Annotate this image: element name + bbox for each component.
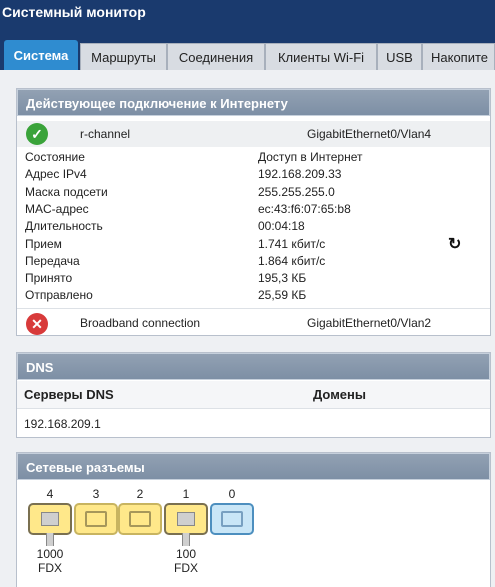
detail-value: 00:04:18 [258, 219, 305, 233]
detail-key: Отправлено [25, 288, 93, 302]
cable-icon [182, 533, 190, 546]
detail-key: Принято [25, 271, 73, 285]
dns-server-value: 192.168.209.1 [24, 417, 101, 431]
connection-name: r-channel [80, 127, 131, 141]
detail-value: 195,3 КБ [258, 271, 307, 285]
port-speed: 1000 FDX [28, 547, 72, 575]
ethernet-port-icon[interactable] [74, 503, 118, 535]
detail-value: 25,59 КБ [258, 288, 307, 302]
port-speed-value: 1000 [36, 547, 64, 561]
detail-row: Длительность 00:04:18 [17, 218, 490, 235]
tab-usb[interactable]: USB [377, 43, 422, 70]
ethernet-port-icon[interactable] [118, 503, 162, 535]
connection-interface: GigabitEthernet0/Vlan2 [307, 315, 432, 330]
tab-connections[interactable]: Соединения [167, 43, 265, 70]
connection-primary[interactable]: ✓ r-channel GigabitEthernet0/Vlan4 [17, 121, 490, 147]
detail-key: Передача [25, 254, 80, 268]
port-number: 4 [46, 487, 54, 501]
detail-row: Принято 195,3 КБ [17, 270, 490, 287]
detail-row: Адрес IPv4 192.168.209.33 [17, 166, 490, 183]
port-duplex: FDX [38, 561, 62, 575]
wan-port-icon[interactable] [210, 503, 254, 535]
detail-key: MAC-адрес [25, 202, 89, 216]
port-number: 0 [228, 487, 236, 501]
refresh-icon[interactable]: ↻ [448, 237, 464, 253]
port-number: 2 [136, 487, 144, 501]
dns-panel-title: DNS [17, 353, 490, 380]
connection-interface: GigabitEthernet0/Vlan4 [307, 127, 432, 141]
ethernet-port-icon[interactable] [164, 503, 208, 535]
internet-panel-title: Действующее подключение к Интернету [17, 89, 490, 116]
detail-value: 1.741 кбит/с [258, 237, 326, 251]
detail-key: Прием [25, 237, 62, 251]
dns-panel: DNS Серверы DNS Домены 192.168.209.1 [16, 352, 491, 438]
detail-row: Отправлено 25,59 КБ [17, 287, 490, 304]
port-speed-value: 100 [175, 547, 197, 561]
detail-value: Доступ в Интернет [258, 150, 363, 164]
detail-value: ec:43:f6:07:65:b8 [258, 202, 351, 216]
detail-row: MAC-адрес ec:43:f6:07:65:b8 [17, 201, 490, 218]
port-number: 3 [92, 487, 100, 501]
tab-wifi-clients[interactable]: Клиенты Wi-Fi [265, 43, 377, 70]
detail-value: 255.255.255.0 [258, 185, 335, 199]
cross-icon: ✕ [26, 313, 48, 335]
detail-value: 1.864 кбит/с [258, 254, 326, 268]
ports-panel-title: Сетевые разъемы [17, 453, 490, 480]
tab-routes[interactable]: Маршруты [80, 43, 167, 70]
dns-servers-header: Серверы DNS [24, 387, 114, 402]
internet-panel: Действующее подключение к Интернету ✓ r-… [16, 88, 491, 336]
main-content: Действующее подключение к Интернету ✓ r-… [0, 70, 495, 587]
dns-table-header: Серверы DNS Домены [17, 381, 490, 409]
cable-icon [46, 533, 54, 546]
detail-row: Прием 1.741 кбит/с [17, 236, 490, 253]
check-icon: ✓ [26, 123, 48, 145]
detail-key: Длительность [25, 219, 103, 233]
port-speed: 100 FDX [164, 547, 208, 575]
tab-bar: Система Маршруты Соединения Клиенты Wi-F… [0, 40, 495, 70]
connection-secondary[interactable]: ✕ Broadband connection GigabitEthernet0/… [17, 308, 490, 336]
ports-panel: Сетевые разъемы 4 3 2 1 0 1000 FDX 100 F [16, 452, 491, 587]
tab-storage[interactable]: Накопите [422, 43, 495, 70]
detail-row: Маска подсети 255.255.255.0 [17, 184, 490, 201]
detail-key: Адрес IPv4 [25, 167, 87, 181]
detail-key: Маска подсети [25, 185, 108, 199]
ethernet-port-icon[interactable] [28, 503, 72, 535]
detail-row: Передача 1.864 кбит/с [17, 253, 490, 270]
dns-domains-header: Домены [313, 387, 366, 402]
detail-key: Состояние [25, 150, 85, 164]
connection-name: Broadband connection [80, 315, 201, 330]
detail-value: 192.168.209.33 [258, 167, 342, 181]
app-title: Системный монитор [2, 4, 146, 20]
detail-row: Состояние Доступ в Интернет [17, 149, 490, 166]
port-duplex: FDX [174, 561, 198, 575]
port-number: 1 [182, 487, 190, 501]
tab-system[interactable]: Система [4, 40, 78, 70]
